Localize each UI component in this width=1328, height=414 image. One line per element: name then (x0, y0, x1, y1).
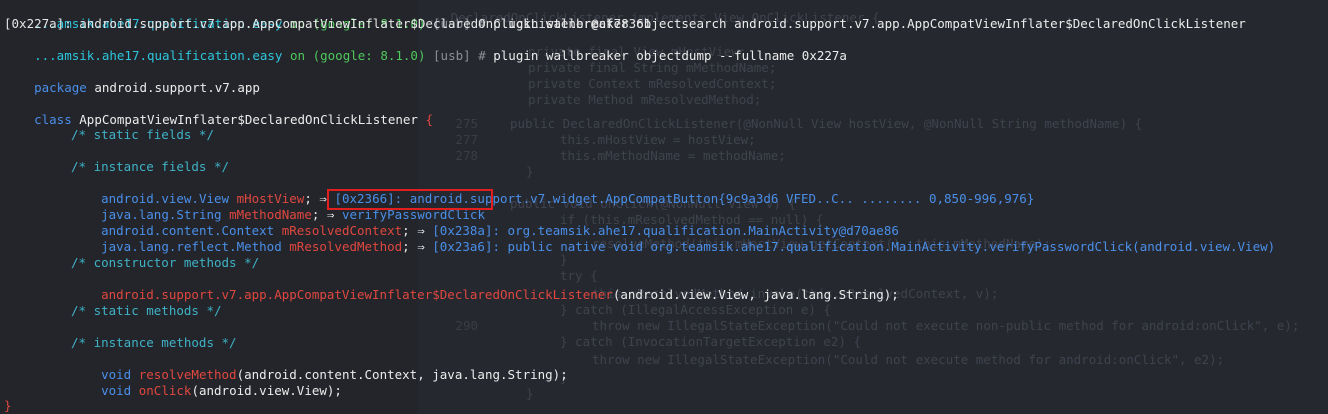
field-value-id: [0x23a6]: (432, 239, 501, 254)
method-row: void onClick(android.view.View); (71, 367, 342, 398)
arrow: ⇒ (417, 239, 425, 254)
class-declaration: class AppCompatViewInflater$DeclaredOnCl… (4, 96, 433, 127)
package-name: android.support.v7.app (94, 80, 260, 95)
constructor-args: (android.view.View, java.lang.String); (612, 287, 899, 302)
search-result-line: [0x227a]: android.support.v7.app.AppComp… (4, 16, 652, 31)
prompt-line: ...amsik.ahe17.qualification.easy on (go… (4, 32, 847, 63)
open-brace: { (425, 112, 433, 127)
highlight-box (327, 189, 493, 210)
bg-code-line: this.mHostView = hostView; (560, 132, 756, 147)
bg-code-line: } catch (IllegalAccessException e) { (560, 302, 831, 317)
bg-code-line: private Context mResolvedContext; (528, 76, 777, 91)
package-keyword: package (34, 80, 87, 95)
method-return-type: void (101, 383, 132, 398)
method-row: void resolveMethod(android.content.Conte… (71, 351, 568, 382)
close-brace: } (4, 398, 12, 413)
terminal-window[interactable]: ...DeclaredOnClickListener implements Vi… (0, 0, 1328, 414)
bg-code-line: } (526, 386, 534, 401)
bg-line-number: 277 (455, 132, 478, 147)
prompt-line: ...amsik.ahe17.qualification.easy on (go… (4, 0, 1246, 31)
class-name: AppCompatViewInflater$DeclaredOnClickLis… (79, 112, 418, 127)
field-type: java.lang.reflect.Method (101, 239, 282, 254)
bg-code-line: } catch (InvocationTargetException e2) { (560, 334, 862, 349)
bg-code-line: private Method mResolvedMethod; (528, 92, 762, 107)
method-name: onClick (138, 383, 192, 398)
field-name: mResolvedMethod (289, 239, 403, 254)
field-row: java.lang.reflect.Method mResolvedMethod… (101, 239, 1276, 254)
prompt-on: on (290, 48, 306, 63)
field-row: android.view.View mHostView; ⇒ [0x2366]:… (101, 191, 1035, 206)
command-text[interactable]: plugin wallbreaker objectdump --fullname… (493, 48, 847, 63)
bg-line-number: 290 (455, 318, 478, 333)
constructor-row: android.support.v7.app.AppCompatViewInfl… (71, 271, 899, 302)
bg-code-line: public DeclaredOnClickListener(@NonNull … (510, 116, 1143, 131)
instance-methods-comment: /* instance methods */ (71, 335, 237, 350)
prompt-device: (google: 8.1.0) (312, 48, 426, 63)
class-keyword: class (34, 112, 72, 127)
prompt-hash: # (478, 48, 486, 63)
bg-code-line: throw new IllegalStateException("Could n… (592, 352, 1225, 367)
static-methods-comment: /* static methods */ (71, 303, 222, 318)
prompt-transport: [usb] (433, 48, 471, 63)
bg-line-number: 275 (455, 116, 478, 131)
constructor-methods-comment: /* constructor methods */ (71, 255, 260, 270)
package-line: package android.support.v7.app (4, 64, 260, 95)
bg-code-line: this.mMethodName = methodName; (560, 148, 786, 163)
method-args: (android.view.View); (191, 383, 342, 398)
instance-fields-comment: /* instance fields */ (71, 159, 230, 174)
static-fields-comment: /* static fields */ (71, 127, 214, 142)
bg-code-line: throw new IllegalStateException("Could n… (592, 318, 1300, 333)
field-value: android.support.v7.widget.AppCompatButto… (409, 191, 1035, 206)
field-value: public native void org.teamsik.ahe17.qua… (507, 239, 1276, 254)
prompt-path: ...amsik.ahe17.qualification.easy (34, 48, 283, 63)
constructor-name: android.support.v7.app.AppCompatViewInfl… (101, 287, 613, 302)
bg-line-number: 278 (455, 148, 478, 163)
